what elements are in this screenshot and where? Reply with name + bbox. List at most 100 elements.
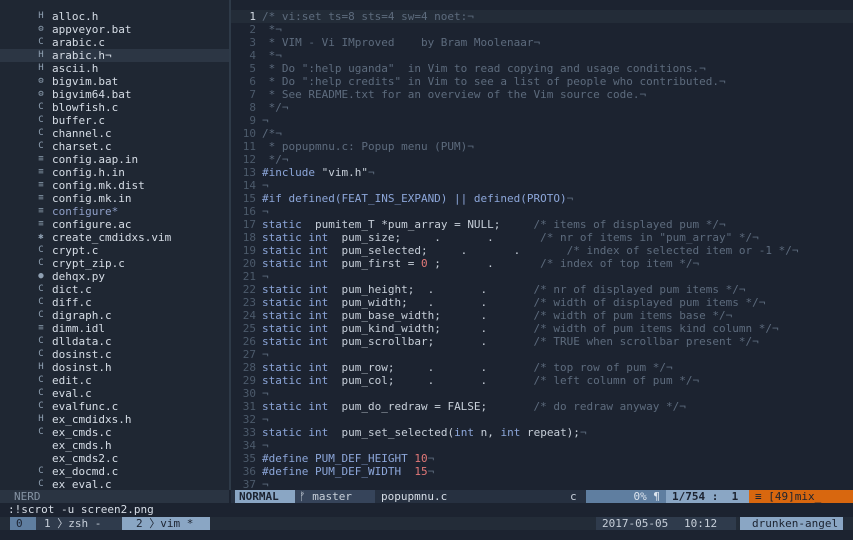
code-line[interactable]: 20 static int pum_first = 0 ; . /* index …: [231, 257, 853, 270]
file-type-icon: C: [38, 401, 44, 411]
code-line[interactable]: 7 * See README.txt for an overview of th…: [231, 88, 853, 101]
code-line[interactable]: 34 ¬: [231, 439, 853, 452]
tree-file-item[interactable]: Cevalfunc.c: [0, 400, 229, 413]
code-line[interactable]: 37 ¬: [231, 478, 853, 490]
code-line[interactable]: 23 static int pum_width; . . /* width of …: [231, 296, 853, 309]
tree-file-item[interactable]: Cdiff.c: [0, 296, 229, 309]
tree-file-item[interactable]: Cchannel.c: [0, 127, 229, 140]
tree-file-item[interactable]: ✱ create_cmdidxs.vim: [0, 231, 229, 244]
file-type-icon: H: [38, 11, 44, 21]
file-type-icon: ✱: [38, 232, 44, 242]
line-number: 4: [249, 49, 256, 62]
code-line[interactable]: 17 static pumitem_T *pum_array = NULL; /*…: [231, 218, 853, 231]
file-type-icon: C: [38, 284, 44, 294]
code-line[interactable]: 18 static int pum_size; . . /* nr of item…: [231, 231, 853, 244]
code-line[interactable]: 27 ¬: [231, 348, 853, 361]
tree-file-item[interactable]: ⚙ bigvim64.bat: [0, 88, 229, 101]
tree-file-item[interactable]: Cedit.c: [0, 374, 229, 387]
nerdtree-panel[interactable]: Halloc.h ⚙ appveyor.bat Carabic.c Harabic.h¬…: [0, 0, 229, 490]
code-line[interactable]: 32 ¬: [231, 413, 853, 426]
cursor-position: 1/754 : 1: [666, 490, 749, 503]
tmux-window-vim[interactable]: 2 〉vim *: [122, 517, 210, 530]
code-line[interactable]: 3 * VIM - Vi IMproved by Bram Moolenaar¬: [231, 36, 853, 49]
tree-file-item[interactable]: Cdlldata.c: [0, 335, 229, 348]
code-line[interactable]: 11 * popupmnu.c: Popup menu (PUM)¬: [231, 140, 853, 153]
code-line[interactable]: 24 static int pum_base_width; . /* width …: [231, 309, 853, 322]
code-line[interactable]: 31 static int pum_do_redraw = FALSE; /* d…: [231, 400, 853, 413]
code-text: * Do ":help uganda" in Vim to read copyi…: [262, 62, 706, 75]
code-line[interactable]: 5 * Do ":help uganda" in Vim to read cop…: [231, 62, 853, 75]
tree-file-item[interactable]: Cdigraph.c: [0, 309, 229, 322]
code-text: * Do ":help credits" in Vim to see a lis…: [262, 75, 726, 88]
code-token: * VIM - Vi IMproved by Bram Moolenaar¬: [262, 36, 541, 49]
code-line[interactable]: 10 /*¬: [231, 127, 853, 140]
code-line[interactable]: 22 static int pum_height; . . /* nr of di…: [231, 283, 853, 296]
tree-file-item[interactable]: Ceval.c: [0, 387, 229, 400]
code-line[interactable]: 19 static int pum_selected; . . /* index …: [231, 244, 853, 257]
tree-file-item[interactable]: Cex_eval.c: [0, 478, 229, 490]
code-line[interactable]: 9 ¬: [231, 114, 853, 127]
tree-file-item[interactable]: Cbuffer.c: [0, 114, 229, 127]
code-line[interactable]: 30 ¬: [231, 387, 853, 400]
code-line[interactable]: 29 static int pum_col; . . /* left column…: [231, 374, 853, 387]
tree-file-item[interactable]: ≡ config.h.in: [0, 166, 229, 179]
tree-file-item[interactable]: Halloc.h: [0, 10, 229, 23]
tree-file-item[interactable]: Cex_cmds.c: [0, 426, 229, 439]
tree-file-item[interactable]: ≡ config.mk.dist: [0, 179, 229, 192]
tree-file-item[interactable]: Hascii.h: [0, 62, 229, 75]
code-line[interactable]: 25 static int pum_kind_width; . /* width …: [231, 322, 853, 335]
code-editor[interactable]: 1/* vi:set ts=8 sts=4 sw=4 noet:¬ 2 *¬ 3 *…: [231, 0, 853, 490]
code-line[interactable]: 6 * Do ":help credits" in Vim to see a l…: [231, 75, 853, 88]
code-line[interactable]: 12 */¬: [231, 153, 853, 166]
code-line[interactable]: 16 ¬: [231, 205, 853, 218]
tree-file-item[interactable]: ≡ configure*: [0, 205, 229, 218]
code-line[interactable]: 13 #include "vim.h"¬: [231, 166, 853, 179]
code-line[interactable]: 4 *¬: [231, 49, 853, 62]
tree-file-item[interactable]: ex_cmds.h: [0, 439, 229, 452]
code-token: 0: [420, 257, 428, 270]
code-line[interactable]: 28 static int pum_row; . . /* top row of …: [231, 361, 853, 374]
code-text: static int pum_kind_width; . /* width of…: [262, 322, 779, 335]
code-line[interactable]: 36 #define PUM_DEF_WIDTH 15¬: [231, 465, 853, 478]
code-line[interactable]: 33 static int pum_set_selected(int n, int…: [231, 426, 853, 439]
tree-file-item[interactable]: ⚙ bigvim.bat: [0, 75, 229, 88]
tree-file-item[interactable]: Hex_cmdidxs.h: [0, 413, 229, 426]
code-line[interactable]: 21 ¬: [231, 270, 853, 283]
code-token: ¬: [262, 348, 269, 361]
tree-file-item[interactable]: Ccrypt.c: [0, 244, 229, 257]
code-line[interactable]: 35 #define PUM_DEF_HEIGHT 10¬: [231, 452, 853, 465]
tree-file-item[interactable]: ≡ config.aap.in: [0, 153, 229, 166]
tree-file-item[interactable]: Ccharset.c: [0, 140, 229, 153]
code-line[interactable]: 26 static int pum_scrollbar; . /* TRUE wh…: [231, 335, 853, 348]
tree-file-item[interactable]: Cex_docmd.c: [0, 465, 229, 478]
tmux-window-zsh[interactable]: 1 〉zsh -: [36, 517, 122, 530]
code-line[interactable]: 2 *¬: [231, 23, 853, 36]
tree-file-item[interactable]: ≡ dimm.idl: [0, 322, 229, 335]
code-text: static int pum_width; . . /* width of di…: [262, 296, 765, 309]
tree-file-item[interactable]: ex_cmds2.c: [0, 452, 229, 465]
code-line[interactable]: 14 ¬: [231, 179, 853, 192]
tree-file-item[interactable]: Cdict.c: [0, 283, 229, 296]
tmux-session[interactable]: 0: [10, 517, 36, 530]
nerdtree-status: NERD: [0, 490, 229, 503]
file-type-icon: ≡: [38, 154, 44, 164]
tree-file-item[interactable]: Ccrypt_zip.c: [0, 257, 229, 270]
line-number: 12: [242, 153, 256, 166]
tree-file-item[interactable]: Harabic.h¬: [0, 49, 229, 62]
tree-file-item[interactable]: ≡ configure.ac: [0, 218, 229, 231]
command-line[interactable]: :!scrot -u screen2.png: [0, 503, 853, 517]
code-token: pum_selected; . .: [328, 244, 567, 257]
tree-file-item[interactable]: Cdosinst.c: [0, 348, 229, 361]
tree-file-item[interactable]: ● dehqx.py: [0, 270, 229, 283]
tree-file-item[interactable]: ⚙ appveyor.bat: [0, 23, 229, 36]
tree-file-item[interactable]: Hdosinst.h: [0, 361, 229, 374]
line-number: 14: [242, 179, 256, 192]
code-line[interactable]: 1 /* vi:set ts=8 sts=4 sw=4 noet:¬: [231, 10, 853, 23]
code-line[interactable]: 8 */¬: [231, 101, 853, 114]
tree-file-item[interactable]: Cblowfish.c: [0, 101, 229, 114]
code-token: */¬: [262, 153, 289, 166]
file-name: dosinst.c: [52, 348, 112, 361]
code-line[interactable]: 15 #if defined(FEAT_INS_EXPAND) || define…: [231, 192, 853, 205]
tree-file-item[interactable]: Carabic.c: [0, 36, 229, 49]
tree-file-item[interactable]: ≡ config.mk.in: [0, 192, 229, 205]
